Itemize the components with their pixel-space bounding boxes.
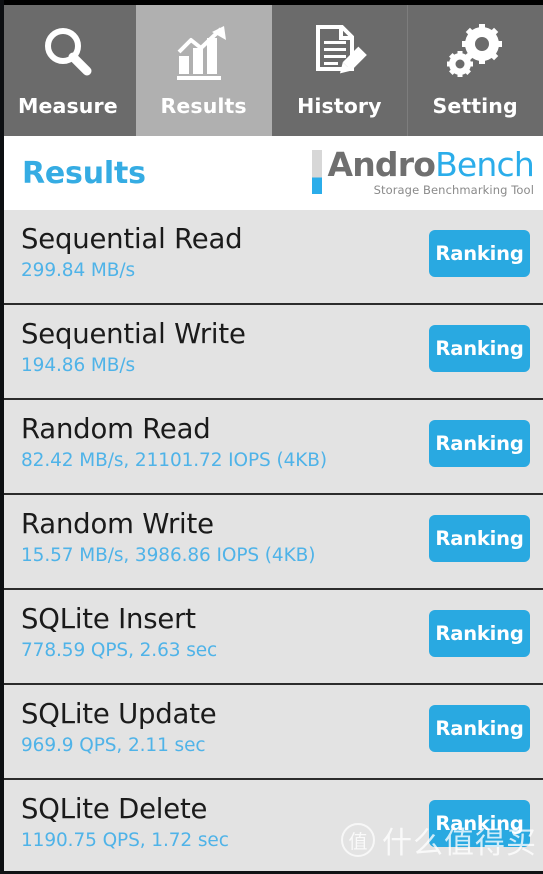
row-title: Random Read [21,413,211,445]
logo-word-andro: Andro [327,145,436,184]
row-text-block: Random Write 15.57 MB/s, 3986.86 IOPS (4… [21,507,315,568]
row-title: SQLite Delete [21,793,208,825]
tab-setting[interactable]: Setting [407,5,543,136]
tab-measure[interactable]: Measure [0,5,136,136]
table-row: Sequential Write 194.86 MB/s Ranking [0,305,543,400]
tab-results[interactable]: Results [135,5,272,136]
row-value: 15.57 MB/s, 3986.86 IOPS (4KB) [21,545,316,566]
main-tab-bar: Measure Results History Setting [0,5,543,136]
row-value: 82.42 MB/s, 21101.72 IOPS (4KB) [21,450,328,471]
row-text-block: SQLite Insert 778.59 QPS, 2.63 sec [21,602,217,663]
table-row: Sequential Read 299.84 MB/s Ranking [0,210,543,305]
row-value: 1190.75 QPS, 1.72 sec [21,830,229,851]
row-text-block: Random Read 82.42 MB/s, 21101.72 IOPS (4… [21,412,327,473]
row-title: Sequential Read [21,223,243,255]
row-text-block: Sequential Read 299.84 MB/s [21,222,243,283]
row-value: 969.9 QPS, 2.11 sec [21,735,206,756]
logo-wordmark: AndroBench [327,148,534,182]
row-value: 299.84 MB/s [21,260,136,281]
ranking-button[interactable]: Ranking [429,515,530,562]
table-row: SQLite Update 969.9 QPS, 2.11 sec Rankin… [0,685,543,780]
status-bar-strip [0,0,543,5]
screen-left-edge [0,0,4,874]
document-pencil-icon [304,22,374,84]
page-title: Results [22,156,146,191]
ranking-button[interactable]: Ranking [429,610,530,657]
row-title: Sequential Write [21,318,246,350]
tab-history-label: History [297,94,382,118]
ranking-button[interactable]: Ranking [429,325,530,372]
logo-text: AndroBench Storage Benchmarking Tool [327,148,534,198]
table-row: SQLite Insert 778.59 QPS, 2.63 sec Ranki… [0,590,543,685]
ranking-button[interactable]: Ranking [429,230,530,277]
row-title: SQLite Update [21,698,217,730]
logo-word-bench: Bench [435,145,535,184]
gears-icon [440,22,510,84]
androbench-results-screen: Measure Results History Setting Results … [0,0,543,874]
ranking-button[interactable]: Ranking [429,705,530,752]
tab-results-label: Results [160,94,247,118]
row-title: Random Write [21,508,214,540]
table-row: Random Read 82.42 MB/s, 21101.72 IOPS (4… [0,400,543,495]
row-title: SQLite Insert [21,603,196,635]
tab-setting-label: Setting [432,94,518,118]
logo-tagline: Storage Benchmarking Tool [373,183,534,197]
row-value: 778.59 QPS, 2.63 sec [21,640,218,661]
row-text-block: SQLite Delete 1190.75 QPS, 1.72 sec [21,792,229,853]
bar-chart-trend-icon [169,22,239,84]
androbench-logo: AndroBench Storage Benchmarking Tool [312,148,535,198]
ranking-button[interactable]: Ranking [429,800,530,847]
row-text-block: SQLite Update 969.9 QPS, 2.11 sec [21,697,217,758]
page-header: Results AndroBench Storage Benchmarking … [0,136,543,210]
table-row: SQLite Delete 1190.75 QPS, 1.72 sec Rank… [0,780,543,874]
magnifier-icon [33,22,103,84]
logo-bar-icon [312,150,323,194]
ranking-button[interactable]: Ranking [429,420,530,467]
results-list: Sequential Read 299.84 MB/s Ranking Sequ… [0,210,543,874]
table-row: Random Write 15.57 MB/s, 3986.86 IOPS (4… [0,495,543,590]
row-text-block: Sequential Write 194.86 MB/s [21,317,246,378]
row-value: 194.86 MB/s [21,355,136,376]
tab-measure-label: Measure [18,94,118,118]
tab-history[interactable]: History [271,5,408,136]
